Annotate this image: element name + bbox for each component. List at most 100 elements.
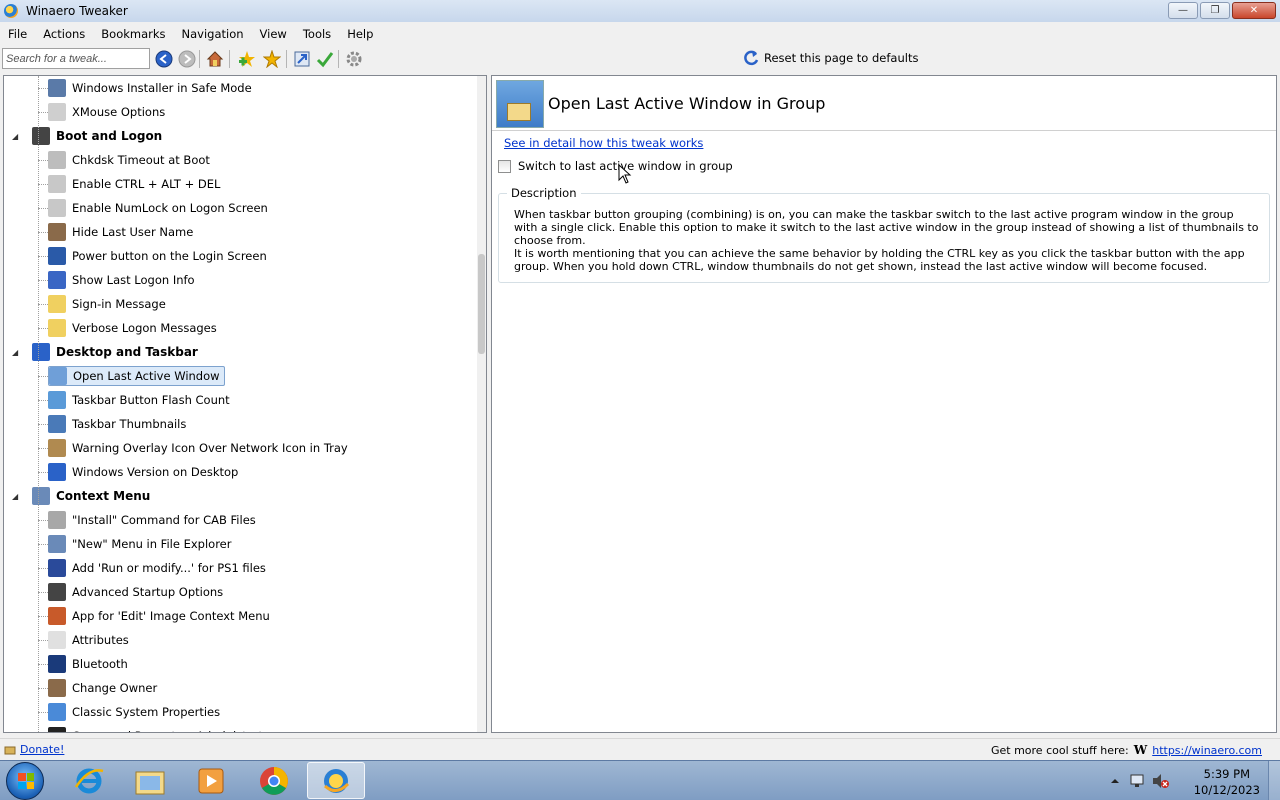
- menu-file[interactable]: File: [0, 27, 35, 41]
- tree-item[interactable]: "Install" Command for CAB Files: [48, 510, 256, 530]
- collapse-arrow-icon[interactable]: ◢: [12, 348, 22, 357]
- tree-item[interactable]: Sign-in Message: [48, 294, 166, 314]
- tree-item[interactable]: Windows Installer in Safe Mode: [48, 78, 252, 98]
- tree-category[interactable]: ◢ Desktop and Taskbar: [12, 342, 198, 362]
- tree-item[interactable]: App for 'Edit' Image Context Menu: [48, 606, 270, 626]
- tree-item[interactable]: Verbose Logon Messages: [48, 318, 217, 338]
- menu-bookmarks[interactable]: Bookmarks: [93, 27, 173, 41]
- taskbar: 5:39 PM 10/12/2023: [0, 760, 1280, 800]
- tree-item[interactable]: Windows Version on Desktop: [48, 462, 238, 482]
- tree-item[interactable]: Command Prompt as Administrator: [48, 726, 275, 732]
- tree-item[interactable]: Power button on the Login Screen: [48, 246, 267, 266]
- switch-last-window-checkbox[interactable]: [498, 159, 511, 173]
- tree-item[interactable]: "New" Menu in File Explorer: [48, 534, 231, 554]
- tree-item-label: Show Last Logon Info: [72, 273, 195, 287]
- close-button[interactable]: ✕: [1232, 2, 1276, 19]
- warning-icon: [48, 439, 66, 457]
- tree-item-label: Open Last Active Window: [73, 369, 220, 383]
- description-legend: Description: [507, 186, 581, 200]
- installer-icon: [48, 79, 66, 97]
- menu-navigation[interactable]: Navigation: [174, 27, 252, 41]
- menu-help[interactable]: Help: [339, 27, 381, 41]
- start-button[interactable]: [6, 762, 44, 800]
- restore-button[interactable]: ❐: [1200, 2, 1230, 19]
- file-explorer-icon[interactable]: [121, 762, 179, 799]
- winaero-tweaker-taskbar-icon[interactable]: [307, 762, 365, 799]
- donate-link[interactable]: Donate!: [20, 743, 64, 756]
- tree-scrollbar[interactable]: [477, 76, 486, 732]
- media-player-icon[interactable]: [182, 762, 240, 799]
- bookmarks-icon[interactable]: [262, 49, 281, 68]
- tree-item[interactable]: Add 'Run or modify...' for PS1 files: [48, 558, 266, 578]
- attributes-icon: [48, 631, 66, 649]
- back-icon[interactable]: [154, 49, 173, 68]
- tree-item-label: Advanced Startup Options: [72, 585, 224, 599]
- tree-category[interactable]: ◢ Boot and Logon: [12, 126, 162, 146]
- mouse-icon: [48, 103, 66, 121]
- cab-icon: [48, 511, 66, 529]
- show-hidden-icons-icon[interactable]: [1110, 776, 1120, 786]
- tree-item[interactable]: Attributes: [48, 630, 129, 650]
- menu-tools[interactable]: Tools: [295, 27, 339, 41]
- apply-check-icon[interactable]: [315, 49, 334, 68]
- donate-icon: [4, 746, 16, 754]
- search-input[interactable]: [2, 48, 150, 69]
- add-bookmark-icon[interactable]: [237, 49, 256, 68]
- tree-item[interactable]: Warning Overlay Icon Over Network Icon i…: [48, 438, 348, 458]
- app-icon: [4, 4, 18, 18]
- tweak-tree[interactable]: Windows Installer in Safe Mode XMouse Opt…: [3, 75, 487, 733]
- menu-bar: File Actions Bookmarks Navigation View T…: [0, 23, 1280, 45]
- tree-item[interactable]: Show Last Logon Info: [48, 270, 195, 290]
- tree-item-label: Context Menu: [56, 489, 151, 503]
- taskbar-icon: [48, 391, 66, 409]
- tree-item[interactable]: Taskbar Button Flash Count: [48, 390, 230, 410]
- tree-item-label: Attributes: [72, 633, 129, 647]
- minimize-button[interactable]: —: [1168, 2, 1198, 19]
- tree-item-label: Command Prompt as Administrator: [72, 729, 275, 732]
- spinner-icon: [48, 583, 66, 601]
- home-icon[interactable]: [205, 49, 224, 68]
- tree-item[interactable]: Bluetooth: [48, 654, 128, 674]
- tree-item[interactable]: Classic System Properties: [48, 702, 220, 722]
- show-desktop-button[interactable]: [1268, 761, 1280, 800]
- volume-muted-icon[interactable]: [1151, 773, 1169, 789]
- reset-page-button[interactable]: Reset this page to defaults: [742, 49, 918, 67]
- export-icon[interactable]: [292, 49, 311, 68]
- forward-icon[interactable]: [177, 49, 196, 68]
- tree-item[interactable]: Open Last Active Window: [48, 366, 225, 386]
- tree-category[interactable]: ◢ Context Menu: [12, 486, 150, 506]
- chrome-icon[interactable]: [245, 762, 303, 799]
- power-icon: [48, 247, 66, 265]
- reset-label: Reset this page to defaults: [764, 51, 919, 65]
- tree-item[interactable]: XMouse Options: [48, 102, 165, 122]
- tree-item[interactable]: Enable CTRL + ALT + DEL: [48, 174, 220, 194]
- collapse-arrow-icon[interactable]: ◢: [12, 132, 22, 141]
- tree-item-label: "Install" Command for CAB Files: [72, 513, 256, 527]
- tree-item[interactable]: Hide Last User Name: [48, 222, 193, 242]
- window-group-icon: [496, 80, 544, 128]
- tree-item[interactable]: Change Owner: [48, 678, 157, 698]
- cmd-icon: [48, 727, 66, 732]
- switch-last-window-option[interactable]: Switch to last active window in group: [498, 159, 733, 173]
- menu-actions[interactable]: Actions: [35, 27, 93, 41]
- bluetooth-icon: [48, 655, 66, 673]
- tree-item[interactable]: Advanced Startup Options: [48, 582, 223, 602]
- tree-item-label: App for 'Edit' Image Context Menu: [72, 609, 270, 623]
- tree-item[interactable]: Taskbar Thumbnails: [48, 414, 186, 434]
- collapse-arrow-icon[interactable]: ◢: [12, 492, 22, 501]
- description-paragraph-1: When taskbar button grouping (combining)…: [514, 208, 1259, 247]
- network-icon[interactable]: [1129, 773, 1145, 789]
- tweak-content-pane: Open Last Active Window in Group See in …: [491, 75, 1277, 733]
- description-group: Description When taskbar button grouping…: [498, 186, 1270, 283]
- winaero-link[interactable]: https://winaero.com: [1152, 744, 1262, 757]
- description-paragraph-2: It is worth mentioning that you can achi…: [514, 247, 1245, 273]
- tree-item[interactable]: Chkdsk Timeout at Boot: [48, 150, 210, 170]
- settings-gear-icon[interactable]: [344, 49, 363, 68]
- internet-explorer-icon[interactable]: [60, 762, 118, 799]
- clock[interactable]: 5:39 PM 10/12/2023: [1194, 766, 1260, 798]
- menu-view[interactable]: View: [252, 27, 295, 41]
- tree-scroll-thumb[interactable]: [478, 254, 485, 354]
- detail-link[interactable]: See in detail how this tweak works: [504, 136, 703, 150]
- reset-icon: [744, 50, 759, 66]
- tree-item[interactable]: Enable NumLock on Logon Screen: [48, 198, 268, 218]
